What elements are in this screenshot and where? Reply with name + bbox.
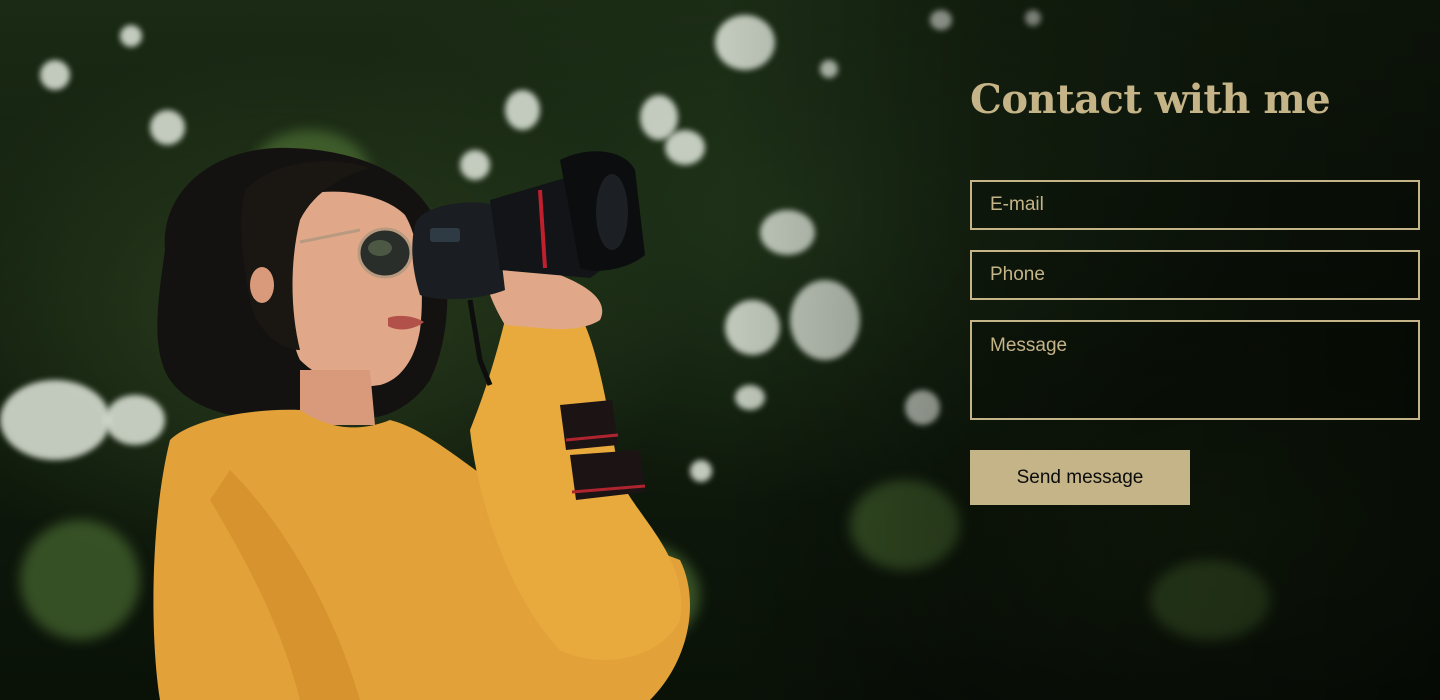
contact-title: Contact with me bbox=[970, 76, 1331, 123]
phone-field[interactable] bbox=[970, 250, 1420, 300]
message-field[interactable] bbox=[970, 320, 1420, 420]
contact-form: Contact with me Send message bbox=[970, 70, 1420, 505]
photographer-illustration bbox=[153, 147, 690, 700]
send-message-button[interactable]: Send message bbox=[970, 450, 1190, 505]
email-field[interactable] bbox=[970, 180, 1420, 230]
